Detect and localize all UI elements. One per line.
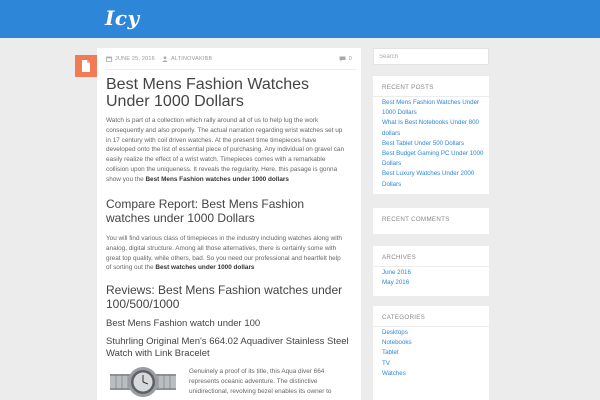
widget-title-categories: CATEGORIES (382, 314, 426, 321)
category-link[interactable]: Notebooks (382, 339, 412, 346)
widget-divider (373, 326, 489, 327)
widget-divider (373, 96, 489, 97)
list-item: May 2016 (382, 278, 486, 288)
widget-recent-posts: RECENT POSTS Best Mens Fashion Watches U… (373, 76, 489, 194)
watch-product-image[interactable] (110, 364, 176, 400)
recent-post-link[interactable]: Best Luxury Watches Under 2000 Dollars (382, 170, 474, 187)
widget-recent-comments: RECENT COMMENTS (373, 208, 489, 234)
recent-post-link[interactable]: Best Tablet Under 500 Dollars (382, 140, 464, 147)
recent-post-link[interactable]: Best Mens Fashion Watches Under 1000 Dol… (382, 99, 479, 116)
widget-title-archives: ARCHIVES (382, 254, 417, 261)
widget-divider (373, 266, 489, 267)
heading-compare-report: Compare Report: Best Mens Fashion watche… (106, 197, 305, 225)
list-item: Watches (382, 369, 486, 379)
list-item: Desktops (382, 328, 486, 338)
post-author[interactable]: ALTINOVAKIBB (162, 56, 212, 62)
post-paragraph-compare: You will find various class of timepiece… (106, 234, 346, 273)
category-link[interactable]: Desktops (382, 329, 408, 336)
list-item: Notebooks (382, 338, 486, 348)
post-paragraph-intro-text: Watch is part of a collection which rall… (106, 117, 345, 183)
comment-icon (339, 56, 346, 62)
list-item: Best Tablet Under 500 Dollars (382, 139, 486, 149)
post-paragraph-product: Genuinely a proof of its title, this Aqu… (189, 368, 332, 395)
post-meta: JUNE 25, 2016 ALTINOVAKIBB 0 (106, 55, 356, 67)
post-paragraph-intro: Watch is part of a collection which rall… (106, 116, 346, 185)
heading-reviews: Reviews: Best Mens Fashion watches under… (106, 283, 343, 311)
list-item: Best Mens Fashion Watches Under 1000 Dol… (382, 98, 486, 118)
widget-title-recent-comments: RECENT COMMENTS (382, 216, 450, 223)
list-item: What Is Best Notebooks Under 800 dollars (382, 118, 486, 138)
site-header: Icy (0, 0, 600, 38)
post-date-text: JUNE 25, 2016 (115, 56, 155, 62)
category-link[interactable]: Watches (382, 370, 406, 377)
list-item: Best Luxury Watches Under 2000 Dollars (382, 169, 486, 189)
post-comments-count[interactable]: 0 (339, 56, 352, 62)
document-icon (82, 60, 90, 72)
post-paragraph-compare-bold: Best watches under 1000 dollars (155, 264, 255, 272)
archive-link[interactable]: May 2016 (382, 279, 409, 286)
post-title[interactable]: Best Mens Fashion Watches Under 1000 Dol… (106, 76, 351, 110)
search-input[interactable] (373, 48, 489, 65)
post-date[interactable]: JUNE 25, 2016 (106, 56, 155, 62)
heading-product: Stuhrling Original Men's 664.02 Aquadive… (106, 336, 349, 359)
archives-list: June 2016 May 2016 (382, 268, 486, 288)
user-icon (162, 56, 168, 62)
recent-posts-list: Best Mens Fashion Watches Under 1000 Dol… (382, 98, 486, 190)
calendar-icon (106, 56, 112, 62)
site-logo[interactable]: Icy (105, 6, 140, 30)
archive-link[interactable]: June 2016 (382, 269, 411, 276)
recent-post-link[interactable]: What Is Best Notebooks Under 800 dollars (382, 119, 479, 136)
recent-post-link[interactable]: Best Budget Gaming PC Under 1000 Dollars (382, 150, 483, 167)
widget-categories: CATEGORIES Desktops Notebooks Tablet TV … (373, 306, 489, 400)
list-item: June 2016 (382, 268, 486, 278)
category-link[interactable]: TV (382, 360, 390, 367)
list-item: TV (382, 359, 486, 369)
widget-archives: ARCHIVES June 2016 May 2016 (373, 246, 489, 296)
post-format-badge (75, 55, 97, 77)
post-card: JUNE 25, 2016 ALTINOVAKIBB 0 Best Mens F… (97, 48, 361, 400)
post-comments-text: 0 (348, 56, 352, 62)
list-item: Tablet (382, 348, 486, 358)
widget-title-recent-posts: RECENT POSTS (382, 84, 434, 91)
post-author-text: ALTINOVAKIBB (171, 56, 213, 62)
category-link[interactable]: Tablet (382, 349, 399, 356)
heading-under-100: Best Mens Fashion watch under 100 (106, 318, 261, 329)
meta-divider (106, 69, 356, 70)
categories-list: Desktops Notebooks Tablet TV Watches (382, 328, 486, 379)
list-item: Best Budget Gaming PC Under 1000 Dollars (382, 149, 486, 169)
post-paragraph-intro-bold: Best Mens Fashion watches under 1000 dol… (145, 175, 289, 183)
